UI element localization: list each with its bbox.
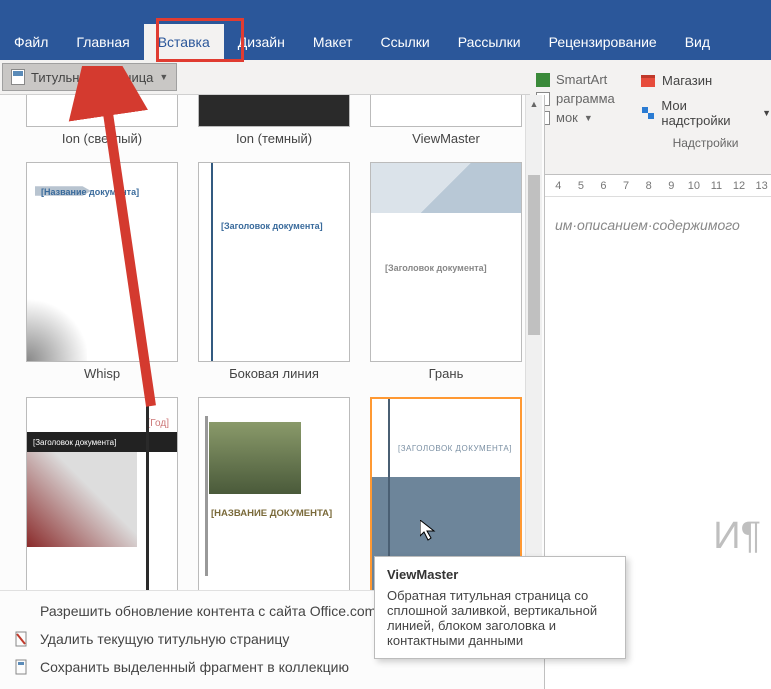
tab-insert[interactable]: Вставка bbox=[144, 24, 224, 60]
ruler-tick: 4 bbox=[549, 180, 568, 192]
screenshot-label: мок bbox=[556, 110, 578, 125]
ruler-tick: 8 bbox=[639, 180, 658, 192]
cover-heading: [Заголовок документа] bbox=[385, 263, 487, 273]
cover-thumbnail bbox=[370, 95, 522, 127]
tab-mailings[interactable]: Рассылки bbox=[444, 24, 535, 60]
ribbon-right-section: SmartArt раграмма мок ▼ Магазин Мои надс… bbox=[530, 60, 771, 175]
smartart-button[interactable]: SmartArt bbox=[530, 72, 616, 87]
blank-icon bbox=[14, 603, 30, 619]
cover-heading: [Заголовок документа] bbox=[221, 221, 323, 231]
ruler-tick: 13 bbox=[752, 180, 771, 192]
addins-label: Мои надстройки bbox=[661, 98, 756, 128]
cover-template-ion-light[interactable]: Ion (светлый) bbox=[26, 95, 178, 156]
remove-icon bbox=[14, 631, 30, 647]
cover-year: [Год] bbox=[148, 418, 169, 429]
scroll-thumb[interactable] bbox=[528, 175, 540, 335]
cover-label: ViewMaster bbox=[370, 127, 522, 156]
cover-thumbnail: [Название документа] bbox=[26, 162, 178, 362]
tab-references[interactable]: Ссылки bbox=[366, 24, 443, 60]
ruler-tick: 10 bbox=[685, 180, 704, 192]
document-text[interactable]: им·описанием·содержимого bbox=[545, 197, 771, 253]
cover-template-ion-dark[interactable]: Ion (темный) bbox=[198, 95, 350, 156]
tab-file[interactable]: Файл bbox=[0, 24, 62, 60]
photo-placeholder bbox=[209, 422, 301, 494]
cover-template-side-line[interactable]: [Заголовок документа] Боковая линия bbox=[198, 162, 350, 391]
footer-label: Разрешить обновление контента с сайта Of… bbox=[40, 603, 376, 619]
cover-heading: [ЗАГОЛОВОК ДОКУМЕНТА] bbox=[398, 444, 512, 453]
tab-view[interactable]: Вид bbox=[671, 24, 724, 60]
photo-placeholder bbox=[27, 452, 137, 547]
cover-heading: [Заголовок документа] bbox=[27, 432, 177, 452]
ruler-tick: 5 bbox=[572, 180, 591, 192]
cover-template-motion[interactable]: [Год] [Заголовок документа] Движение bbox=[26, 397, 178, 590]
cover-label: Whisp bbox=[26, 362, 178, 391]
cover-template-integral[interactable]: [НАЗВАНИЕ ДОКУМЕНТА] Интеграл bbox=[198, 397, 350, 590]
ribbon-tabs: Файл Главная Вставка Дизайн Макет Ссылки… bbox=[0, 0, 771, 60]
ruler: 4 5 6 7 8 9 10 11 12 13 bbox=[545, 175, 771, 197]
tooltip: ViewMaster Обратная титульная страница с… bbox=[374, 556, 626, 659]
ruler-tick: 7 bbox=[617, 180, 636, 192]
tab-layout[interactable]: Макет bbox=[299, 24, 367, 60]
tab-review[interactable]: Рецензирование bbox=[535, 24, 671, 60]
cover-heading: [Название документа] bbox=[41, 187, 139, 197]
ruler-tick: 9 bbox=[662, 180, 681, 192]
cover-label: Ion (темный) bbox=[198, 127, 350, 156]
chart-label: раграмма bbox=[556, 91, 615, 106]
cover-thumbnail: [Заголовок документа] bbox=[370, 162, 522, 362]
addins-icon bbox=[640, 105, 655, 121]
ruler-tick: 12 bbox=[730, 180, 749, 192]
cover-thumbnail bbox=[26, 95, 178, 127]
ruler-tick: 11 bbox=[707, 180, 726, 192]
store-label: Магазин bbox=[662, 73, 712, 88]
cover-template-whisp[interactable]: [Название документа] Whisp bbox=[26, 162, 178, 391]
chevron-down-icon: ▼ bbox=[584, 113, 593, 123]
cover-page-icon bbox=[11, 69, 25, 85]
smartart-icon bbox=[536, 73, 550, 87]
cover-label: Боковая линия bbox=[198, 362, 350, 391]
tab-design[interactable]: Дизайн bbox=[224, 24, 299, 60]
store-button[interactable]: Магазин bbox=[640, 72, 771, 88]
cover-thumbnail: [Заголовок документа] bbox=[198, 162, 350, 362]
gallery-scrollbar[interactable]: ▲ ▼ bbox=[525, 95, 542, 590]
save-icon bbox=[14, 659, 30, 675]
group-label-addins: Надстройки bbox=[640, 136, 771, 150]
chevron-down-icon: ▼ bbox=[159, 72, 168, 82]
cover-page-button[interactable]: Титульная страница ▼ bbox=[2, 63, 177, 91]
store-icon bbox=[640, 72, 656, 88]
cover-template-viewmaster-top[interactable]: ViewMaster bbox=[370, 95, 522, 156]
tooltip-body: Обратная титульная страница со сплошной … bbox=[387, 588, 613, 648]
cover-thumbnail bbox=[198, 95, 350, 127]
cover-heading: [НАЗВАНИЕ ДОКУМЕНТА] bbox=[211, 508, 332, 519]
cover-thumbnail: [НАЗВАНИЕ ДОКУМЕНТА] bbox=[198, 397, 350, 590]
chevron-down-icon: ▼ bbox=[762, 108, 771, 118]
scroll-up-icon[interactable]: ▲ bbox=[526, 95, 542, 112]
cover-thumbnail: [Год] [Заголовок документа] bbox=[26, 397, 178, 590]
ruler-tick: 6 bbox=[594, 180, 613, 192]
cover-template-gran[interactable]: [Заголовок документа] Грань bbox=[370, 162, 522, 391]
cover-label: Грань bbox=[370, 362, 522, 391]
footer-label: Удалить текущую титульную страницу bbox=[40, 631, 289, 647]
paragraph-mark: И¶ bbox=[713, 515, 761, 558]
footer-label: Сохранить выделенный фрагмент в коллекци… bbox=[40, 659, 349, 675]
addins-button[interactable]: Мои надстройки ▼ bbox=[640, 98, 771, 128]
tooltip-title: ViewMaster bbox=[387, 567, 613, 582]
smartart-label: SmartArt bbox=[556, 72, 607, 87]
cover-page-label: Титульная страница bbox=[31, 70, 153, 85]
cover-label: Ion (светлый) bbox=[26, 127, 178, 156]
tab-home[interactable]: Главная bbox=[62, 24, 143, 60]
